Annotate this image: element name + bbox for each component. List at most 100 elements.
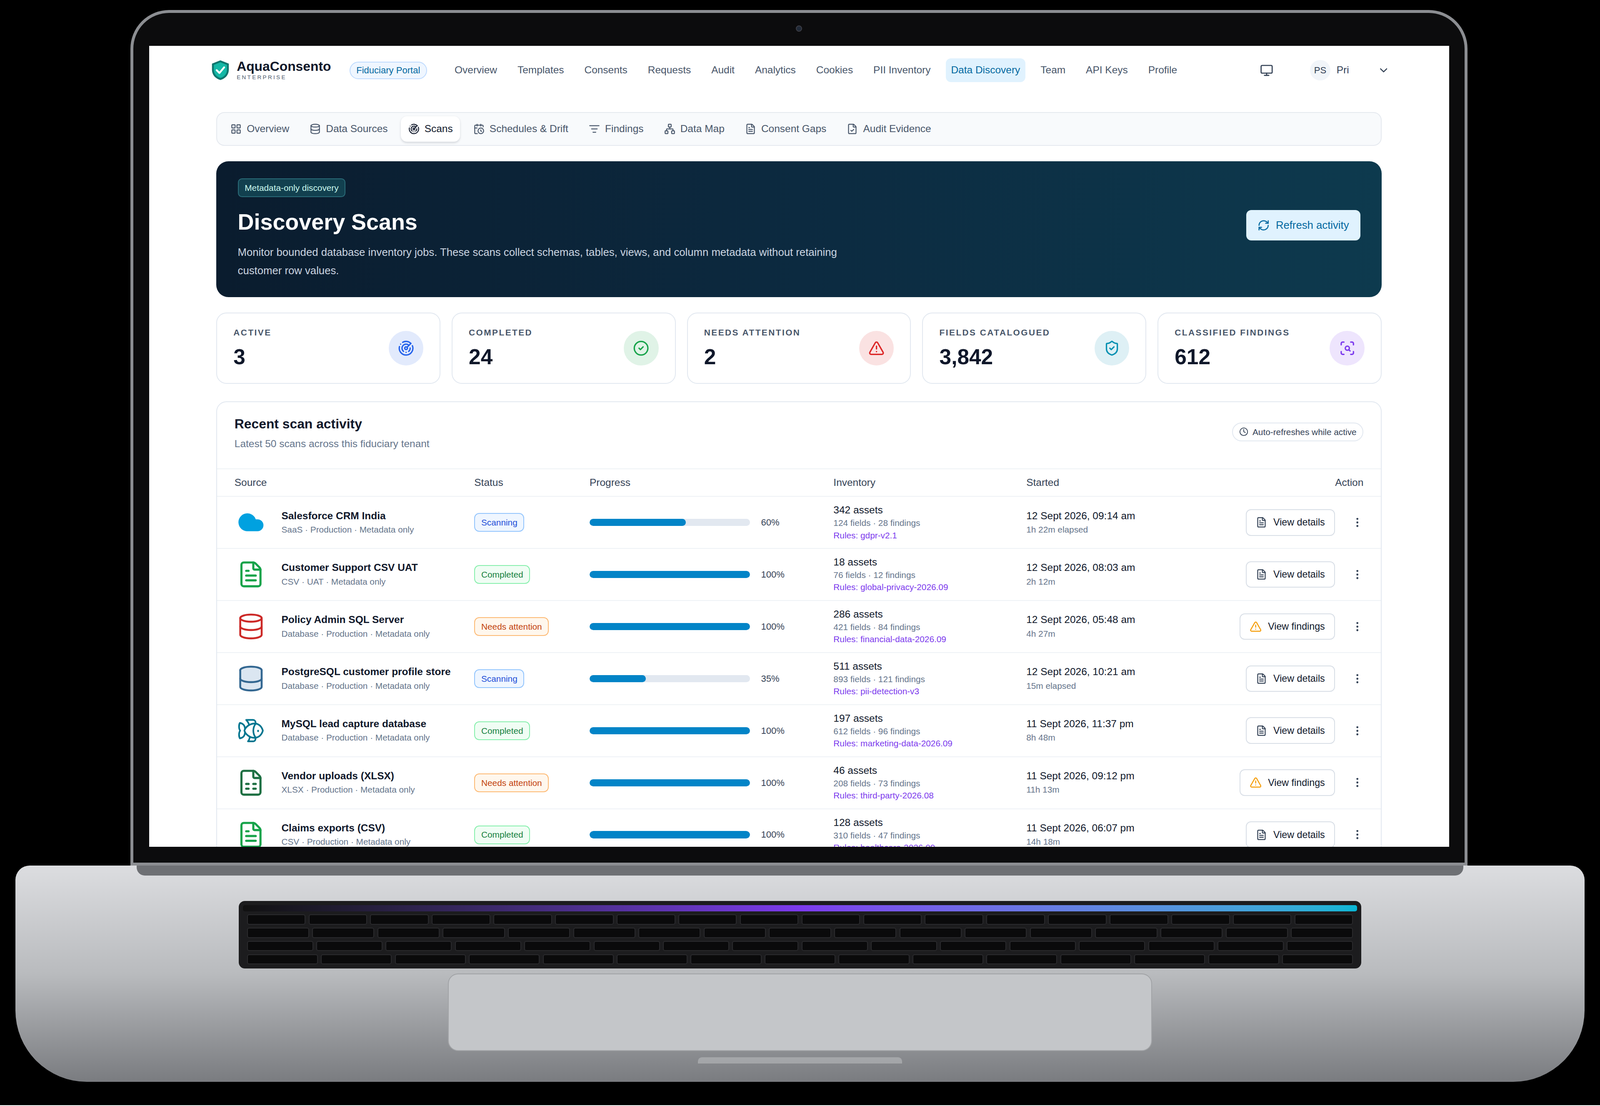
inventory-rules[interactable]: Rules: gdpr-v2.1 (833, 529, 1027, 542)
key[interactable] (838, 954, 910, 965)
key[interactable] (385, 940, 452, 951)
nav-item[interactable]: Cookies (811, 58, 859, 82)
trackpad[interactable] (447, 973, 1153, 1051)
user-menu[interactable]: PSPri (1310, 60, 1390, 81)
key[interactable] (912, 954, 984, 965)
key[interactable] (801, 914, 861, 925)
table-row[interactable]: PostgreSQL customer profile storeDatabas… (217, 652, 1381, 705)
key[interactable] (1134, 954, 1205, 965)
view-findings-button[interactable]: View findings (1239, 769, 1335, 796)
key[interactable] (616, 914, 676, 925)
inventory-rules[interactable]: Rules: marketing-data-2026.09 (833, 737, 1027, 750)
key[interactable] (370, 914, 429, 925)
touch-bar[interactable] (242, 905, 1358, 912)
sub-tab[interactable]: Consent Gaps (737, 116, 834, 142)
key[interactable] (986, 954, 1058, 965)
key[interactable] (870, 940, 938, 951)
more-menu-icon[interactable] (1351, 620, 1364, 633)
key[interactable] (524, 940, 591, 951)
key[interactable] (690, 954, 762, 965)
key[interactable] (768, 927, 831, 938)
sub-tab[interactable]: Schedules & Drift (466, 116, 576, 142)
view-details-button[interactable]: View details (1245, 561, 1335, 588)
key[interactable] (431, 914, 491, 925)
view-details-button[interactable]: View details (1245, 665, 1335, 693)
more-menu-icon[interactable] (1351, 516, 1364, 529)
key[interactable] (1060, 954, 1132, 965)
key[interactable] (801, 940, 868, 951)
key[interactable] (247, 927, 310, 938)
nav-item[interactable]: Profile (1142, 58, 1183, 82)
inventory-rules[interactable]: Rules: third-party-2026.08 (833, 789, 1027, 802)
refresh-activity-button[interactable]: Refresh activity (1246, 210, 1361, 241)
key[interactable] (899, 927, 962, 938)
inventory-rules[interactable]: Rules: financial-data-2026.09 (833, 632, 1027, 645)
key[interactable] (1009, 940, 1076, 951)
key[interactable] (940, 940, 1007, 951)
sub-tab[interactable]: Findings (581, 116, 651, 142)
inventory-rules[interactable]: Rules: pii-detection-v3 (833, 685, 1027, 698)
sub-tab[interactable]: Overview (223, 116, 297, 142)
nav-item[interactable]: PII Inventory (868, 58, 936, 82)
key[interactable] (1232, 914, 1292, 925)
view-details-button[interactable]: View details (1245, 509, 1335, 536)
key[interactable] (455, 940, 522, 951)
nav-item[interactable]: Templates (512, 58, 570, 82)
key[interactable] (308, 914, 368, 925)
key[interactable] (247, 914, 306, 925)
key[interactable] (1171, 914, 1230, 925)
sub-tab[interactable]: Audit Evidence (839, 116, 939, 142)
key[interactable] (1217, 940, 1284, 951)
key[interactable] (986, 914, 1045, 925)
more-menu-icon[interactable] (1351, 828, 1364, 841)
monitor-icon[interactable] (1260, 63, 1274, 78)
view-details-button[interactable]: View details (1245, 821, 1335, 847)
key[interactable] (1078, 940, 1145, 951)
table-row[interactable]: Customer Support CSV UATCSV · UAT · Meta… (217, 547, 1381, 600)
key[interactable] (1148, 940, 1215, 951)
inventory-rules[interactable]: Rules: healthcare-2026.09 (833, 841, 1027, 847)
key[interactable] (703, 927, 766, 938)
key[interactable] (555, 914, 614, 925)
key[interactable] (1030, 927, 1093, 938)
key[interactable] (1225, 927, 1288, 938)
table-row[interactable]: Policy Admin SQL ServerDatabase · Produc… (217, 600, 1381, 653)
key[interactable] (863, 914, 923, 925)
table-row[interactable]: Claims exports (CSV)CSV · Production · M… (217, 808, 1381, 848)
key[interactable] (247, 940, 314, 951)
nav-item[interactable]: Team (1035, 58, 1071, 82)
key[interactable] (320, 954, 392, 965)
key[interactable] (542, 954, 614, 965)
key[interactable] (732, 940, 799, 951)
view-findings-button[interactable]: View findings (1239, 613, 1335, 640)
key[interactable] (1047, 914, 1107, 925)
nav-item[interactable]: Data Discovery (945, 58, 1025, 82)
key[interactable] (740, 914, 799, 925)
key[interactable] (964, 927, 1027, 938)
key[interactable] (507, 927, 570, 938)
key[interactable] (1095, 927, 1158, 938)
key[interactable] (616, 954, 688, 965)
sub-tab[interactable]: Scans (400, 116, 460, 142)
key[interactable] (377, 927, 440, 938)
key[interactable] (247, 954, 318, 965)
more-menu-icon[interactable] (1351, 724, 1364, 737)
nav-item[interactable]: Audit (706, 58, 740, 82)
more-menu-icon[interactable] (1351, 672, 1364, 685)
key[interactable] (1286, 940, 1353, 951)
key[interactable] (1282, 954, 1353, 965)
table-row[interactable]: MySQL lead capture databaseDatabase · Pr… (217, 704, 1381, 757)
view-details-button[interactable]: View details (1245, 717, 1335, 744)
more-menu-icon[interactable] (1351, 568, 1364, 581)
key[interactable] (678, 914, 738, 925)
inventory-rules[interactable]: Rules: global-privacy-2026.09 (833, 580, 1027, 593)
key[interactable] (468, 954, 540, 965)
key[interactable] (1208, 954, 1280, 965)
key[interactable] (834, 927, 897, 938)
key[interactable] (662, 940, 730, 951)
key[interactable] (1290, 927, 1353, 938)
key[interactable] (1109, 914, 1169, 925)
brand-logo[interactable]: AquaConsentoENTERPRISE (209, 57, 331, 83)
key[interactable] (573, 927, 636, 938)
nav-item[interactable]: Consents (579, 58, 633, 82)
